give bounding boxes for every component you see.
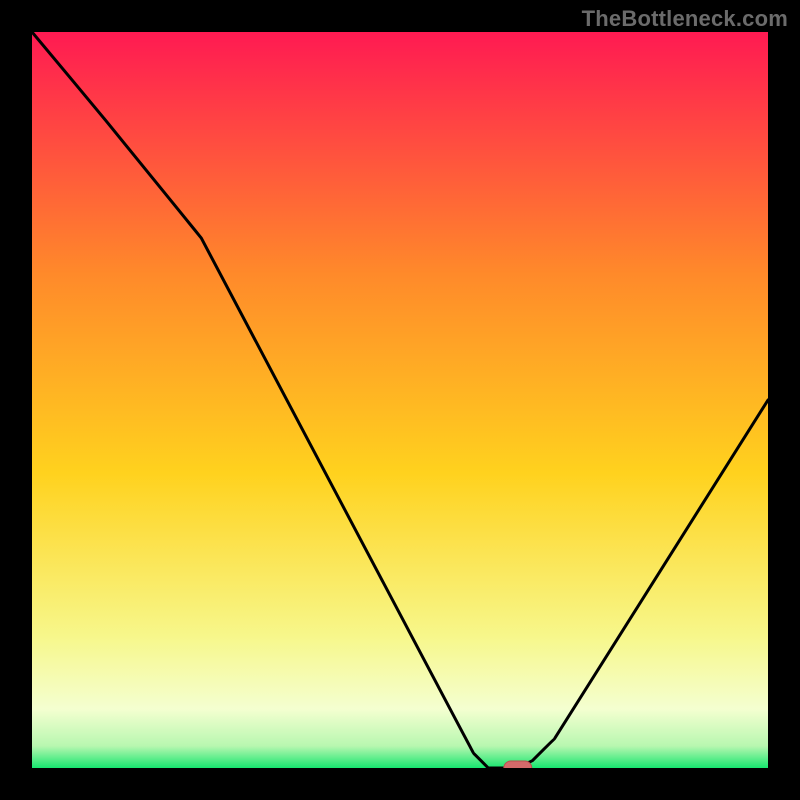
plot-svg bbox=[32, 32, 768, 768]
gradient-background bbox=[32, 32, 768, 768]
optimal-marker bbox=[504, 761, 532, 768]
plot-area bbox=[32, 32, 768, 768]
chart-frame: TheBottleneck.com bbox=[0, 0, 800, 800]
attribution-label: TheBottleneck.com bbox=[582, 6, 788, 32]
